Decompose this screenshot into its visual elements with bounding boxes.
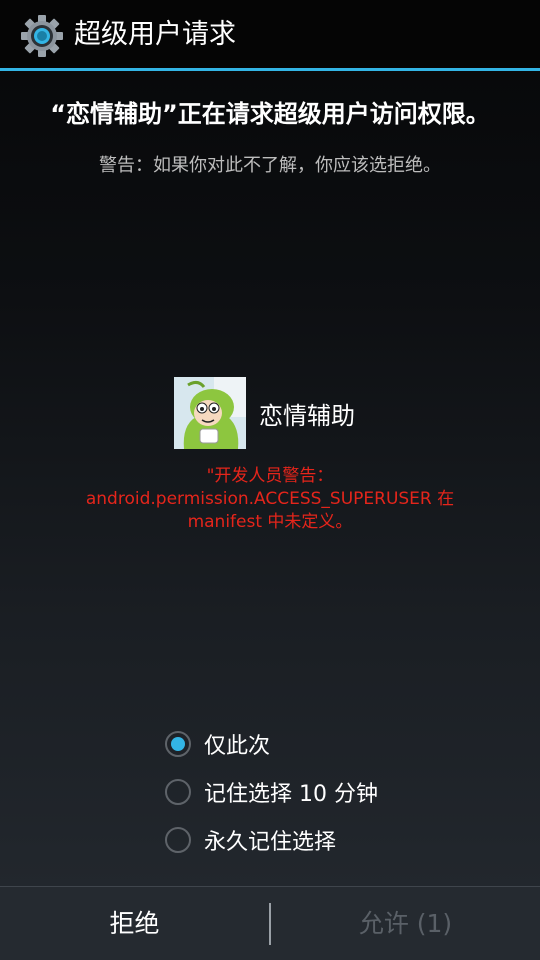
title-bar: 超级用户请求	[0, 0, 540, 70]
app-name: 恋情辅助	[259, 402, 355, 430]
request-message: “恋情辅助”正在请求超级用户访问权限。	[50, 100, 490, 128]
developer-warning-line: android.permission.ACCESS_SUPERUSER 在	[85, 489, 455, 509]
option-remember-10-minutes[interactable]: 记住选择 10 分钟	[165, 772, 465, 812]
option-once[interactable]: 仅此次	[165, 724, 465, 764]
developer-warning-line: "开发人员警告：	[206, 466, 334, 486]
page-title: 超级用户请求	[74, 19, 236, 50]
developer-warning-line: manifest 中未定义。	[187, 512, 353, 532]
option-label: 永久记住选择	[204, 830, 337, 855]
radio-dot-icon	[171, 737, 185, 751]
radio-button[interactable]	[165, 827, 191, 853]
app-avatar-icon	[174, 377, 246, 449]
gear-icon	[21, 15, 63, 57]
deny-button[interactable]: 拒绝	[0, 887, 269, 960]
radio-button[interactable]	[165, 779, 191, 805]
option-remember-forever[interactable]: 永久记住选择	[165, 820, 465, 860]
option-label: 记住选择 10 分钟	[204, 782, 378, 807]
allow-button[interactable]: 允许 (1)	[271, 887, 540, 960]
title-divider	[0, 68, 540, 71]
developer-warning: "开发人员警告： android.permission.ACCESS_SUPER…	[20, 465, 520, 534]
superuser-request-dialog: 超级用户请求 “恋情辅助”正在请求超级用户访问权限。 警告：如果你对此不了解，你…	[0, 0, 540, 960]
warning-message: 警告：如果你对此不了解，你应该选拒绝。	[99, 155, 441, 176]
radio-button-checked[interactable]	[165, 731, 191, 757]
option-label: 仅此次	[204, 734, 271, 759]
button-bar: 拒绝 允许 (1)	[0, 886, 540, 960]
